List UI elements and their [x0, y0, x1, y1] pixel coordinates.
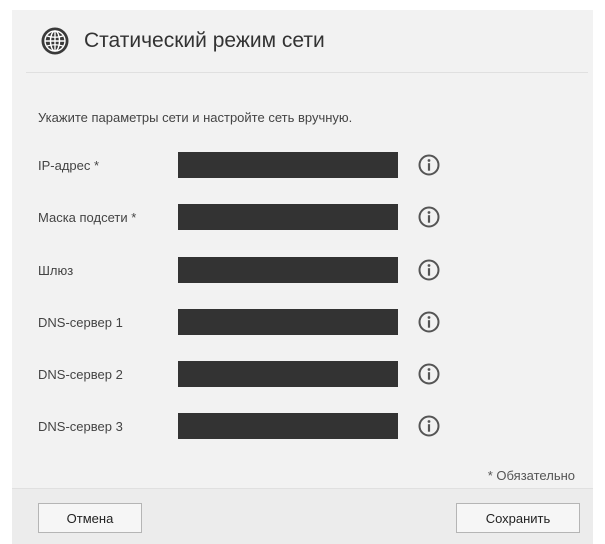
info-icon[interactable] — [418, 363, 440, 385]
gateway-input[interactable] — [178, 257, 398, 283]
static-network-dialog: Статический режим сети Укажите параметры… — [12, 10, 593, 544]
dns-server-1-input[interactable] — [178, 309, 398, 335]
field-row-dns-server-2: DNS-сервер 2 — [38, 361, 558, 387]
info-icon[interactable] — [418, 206, 440, 228]
dns-server-3-label: DNS-сервер 3 — [38, 418, 123, 434]
ip-address-input[interactable] — [178, 152, 398, 178]
dialog-header: Статический режим сети — [26, 10, 588, 73]
field-row-gateway: Шлюз — [38, 257, 558, 283]
field-row-dns-server-3: DNS-сервер 3 — [38, 413, 558, 439]
dns-server-1-label: DNS-сервер 1 — [38, 314, 123, 330]
info-icon[interactable] — [418, 154, 440, 176]
dns-server-2-label: DNS-сервер 2 — [38, 366, 123, 382]
save-button[interactable]: Сохранить — [456, 503, 580, 533]
dialog-footer: Отмена Сохранить — [12, 488, 593, 544]
dns-server-2-input[interactable] — [178, 361, 398, 387]
field-row-dns-server-1: DNS-сервер 1 — [38, 309, 558, 335]
ip-address-label: IP-адрес * — [38, 157, 100, 173]
field-row-subnet-mask: Маска подсети * — [38, 204, 558, 230]
subnet-mask-input[interactable] — [178, 204, 398, 230]
required-note: * Обязательно — [487, 468, 575, 483]
cancel-button[interactable]: Отмена — [38, 503, 142, 533]
field-row-ip-address: IP-адрес * — [38, 152, 558, 178]
instruction-text: Укажите параметры сети и настройте сеть … — [38, 110, 353, 125]
gateway-label: Шлюз — [38, 262, 74, 278]
dns-server-3-input[interactable] — [178, 413, 398, 439]
info-icon[interactable] — [418, 415, 440, 437]
subnet-mask-label: Маска подсети * — [38, 209, 137, 225]
info-icon[interactable] — [418, 259, 440, 281]
globe-icon — [41, 27, 69, 55]
info-icon[interactable] — [418, 311, 440, 333]
dialog-title: Статический режим сети — [84, 29, 325, 52]
